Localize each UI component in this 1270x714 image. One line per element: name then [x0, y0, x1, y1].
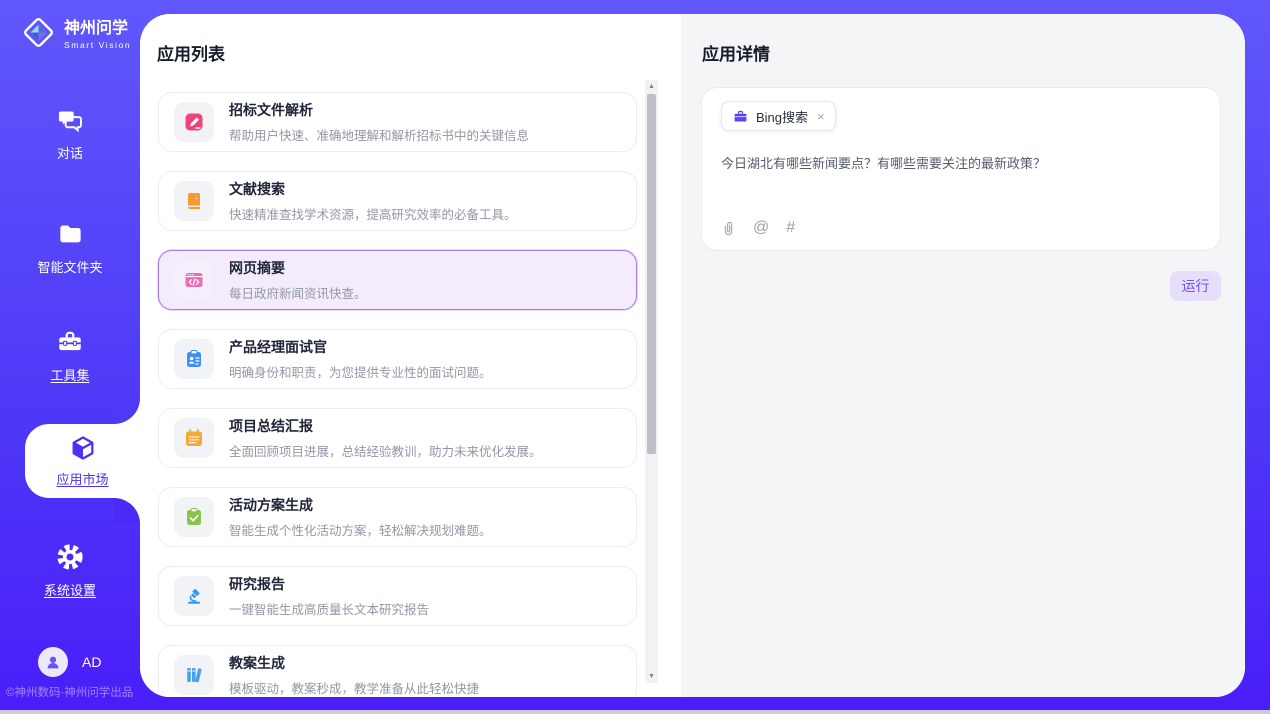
app-card-research-report[interactable]: 研究报告 一键智能生成高质量长文本研究报告 — [158, 566, 637, 626]
app-card-title: 活动方案生成 — [229, 495, 492, 515]
sidebar-item-smart-folder[interactable]: 智能文件夹 — [0, 220, 140, 276]
scroll-up-icon[interactable]: ▲ — [645, 83, 658, 90]
selected-tab-curve-bottom — [114, 498, 140, 524]
app-card-title: 项目总结汇报 — [229, 416, 542, 436]
folder-icon — [56, 220, 84, 248]
user-account[interactable]: AD — [38, 647, 101, 677]
scrollbar-thumb[interactable] — [647, 94, 656, 454]
browser-code-icon — [174, 260, 214, 300]
app-list-panel: 应用列表 招标文件解析 帮助用户快速、准确地理解和解析招标书中的关键信息 — [140, 14, 681, 697]
app-card-desc: 明确身份和职责，为您提供专业性的面试问题。 — [229, 362, 492, 381]
app-card-desc: 一键智能生成高质量长文本研究报告 — [229, 599, 429, 618]
prompt-toolbar: @ # — [721, 219, 795, 237]
avatar — [38, 647, 68, 677]
brand-subtitle: Smart Vision — [64, 40, 131, 50]
app-list-scrollbar[interactable]: ▲ ▼ — [645, 80, 658, 683]
toolbox-icon — [56, 328, 84, 356]
sidebar: 神州问学 Smart Vision 对话 智能文件夹 — [0, 0, 140, 714]
run-button[interactable]: 运行 — [1170, 271, 1221, 301]
sidebar-item-label: 对话 — [57, 143, 83, 162]
document-edit-icon — [174, 102, 214, 142]
app-card-desc: 全面回顾项目进展，总结经验教训，助力未来优化发展。 — [229, 441, 542, 460]
prompt-text[interactable]: 今日湖北有哪些新闻要点？有哪些需要关注的最新政策？ — [721, 154, 1201, 174]
app-card-project-summary[interactable]: 项目总结汇报 全面回顾项目进展，总结经验教训，助力未来优化发展。 — [158, 408, 637, 468]
book-icon — [174, 181, 214, 221]
microscope-icon — [174, 576, 214, 616]
sidebar-item-label: 应用市场 — [56, 469, 108, 488]
sidebar-item-label: 系统设置 — [44, 580, 96, 599]
gear-icon — [56, 543, 84, 571]
app-card-title: 招标文件解析 — [229, 100, 529, 120]
app-card-title: 文献搜索 — [229, 179, 517, 199]
sidebar-item-toolset[interactable]: 工具集 — [0, 328, 140, 384]
bottom-edge-strip — [0, 710, 1270, 714]
app-card-desc: 模板驱动，教案秒成，教学准备从此轻松快捷 — [229, 678, 479, 697]
app-card-pm-interviewer[interactable]: 产品经理面试官 明确身份和职责，为您提供专业性的面试问题。 — [158, 329, 637, 389]
main-panel: 应用列表 招标文件解析 帮助用户快速、准确地理解和解析招标书中的关键信息 — [140, 14, 1245, 697]
calendar-note-icon — [174, 418, 214, 458]
app-card-title: 产品经理面试官 — [229, 337, 492, 357]
app-card-list: 招标文件解析 帮助用户快速、准确地理解和解析招标书中的关键信息 文献搜索 快速精… — [140, 92, 681, 697]
copyright-text: ©神州数码·神州问学出品 — [6, 684, 140, 700]
app-card-activity-plan[interactable]: 活动方案生成 智能生成个性化活动方案，轻松解决规划难题。 — [158, 487, 637, 547]
prompt-input-card[interactable]: Bing搜索 × 今日湖北有哪些新闻要点？有哪些需要关注的最新政策？ @ # — [701, 87, 1221, 251]
app-card-web-summary[interactable]: 网页摘要 每日政府新闻资讯快查。 — [158, 250, 637, 310]
briefcase-icon — [733, 109, 748, 124]
tool-tag-label: Bing搜索 — [756, 107, 808, 126]
close-icon[interactable]: × — [817, 109, 825, 124]
app-card-title: 网页摘要 — [229, 258, 367, 278]
app-list-title: 应用列表 — [157, 40, 681, 65]
sidebar-item-app-market[interactable]: 应用市场 — [25, 424, 140, 498]
sidebar-item-settings[interactable]: 系统设置 — [0, 543, 140, 599]
cube-icon — [69, 434, 97, 462]
brand-logo: 神州问学 Smart Vision — [20, 14, 131, 56]
brand-diamond-icon — [20, 14, 57, 56]
app-detail-panel: 应用详情 Bing搜索 × 今日湖北有哪些新闻要点？有哪些需要关注的最新政策？ — [681, 14, 1245, 697]
app-card-desc: 快速精准查找学术资源，提高研究效率的必备工具。 — [229, 204, 517, 223]
sidebar-item-label: 智能文件夹 — [37, 257, 102, 276]
app-card-desc: 每日政府新闻资讯快查。 — [229, 283, 367, 302]
app-card-desc: 智能生成个性化活动方案，轻松解决规划难题。 — [229, 520, 492, 539]
app-detail-title: 应用详情 — [702, 40, 1221, 65]
books-icon — [174, 655, 214, 695]
app-card-desc: 帮助用户快速、准确地理解和解析招标书中的关键信息 — [229, 125, 529, 144]
clipboard-check-icon — [174, 497, 214, 537]
selected-tab-curve-top — [114, 398, 140, 424]
sidebar-item-chat[interactable]: 对话 — [0, 106, 140, 162]
attachment-icon[interactable] — [721, 220, 736, 237]
app-card-tender-parse[interactable]: 招标文件解析 帮助用户快速、准确地理解和解析招标书中的关键信息 — [158, 92, 637, 152]
brand-name: 神州问学 — [64, 20, 131, 38]
user-initials: AD — [82, 654, 101, 670]
chat-icon — [56, 106, 84, 134]
app-card-title: 研究报告 — [229, 574, 429, 594]
clipboard-person-icon — [174, 339, 214, 379]
hash-icon[interactable]: # — [786, 219, 795, 237]
app-card-title: 教案生成 — [229, 653, 479, 673]
mention-icon[interactable]: @ — [753, 219, 769, 237]
scroll-down-icon[interactable]: ▼ — [645, 673, 658, 680]
tool-tag-bing-search[interactable]: Bing搜索 × — [721, 101, 836, 131]
app-card-literature-search[interactable]: 文献搜索 快速精准查找学术资源，提高研究效率的必备工具。 — [158, 171, 637, 231]
sidebar-item-label: 工具集 — [50, 365, 89, 384]
app-card-lesson-plan[interactable]: 教案生成 模板驱动，教案秒成，教学准备从此轻松快捷 — [158, 645, 637, 697]
